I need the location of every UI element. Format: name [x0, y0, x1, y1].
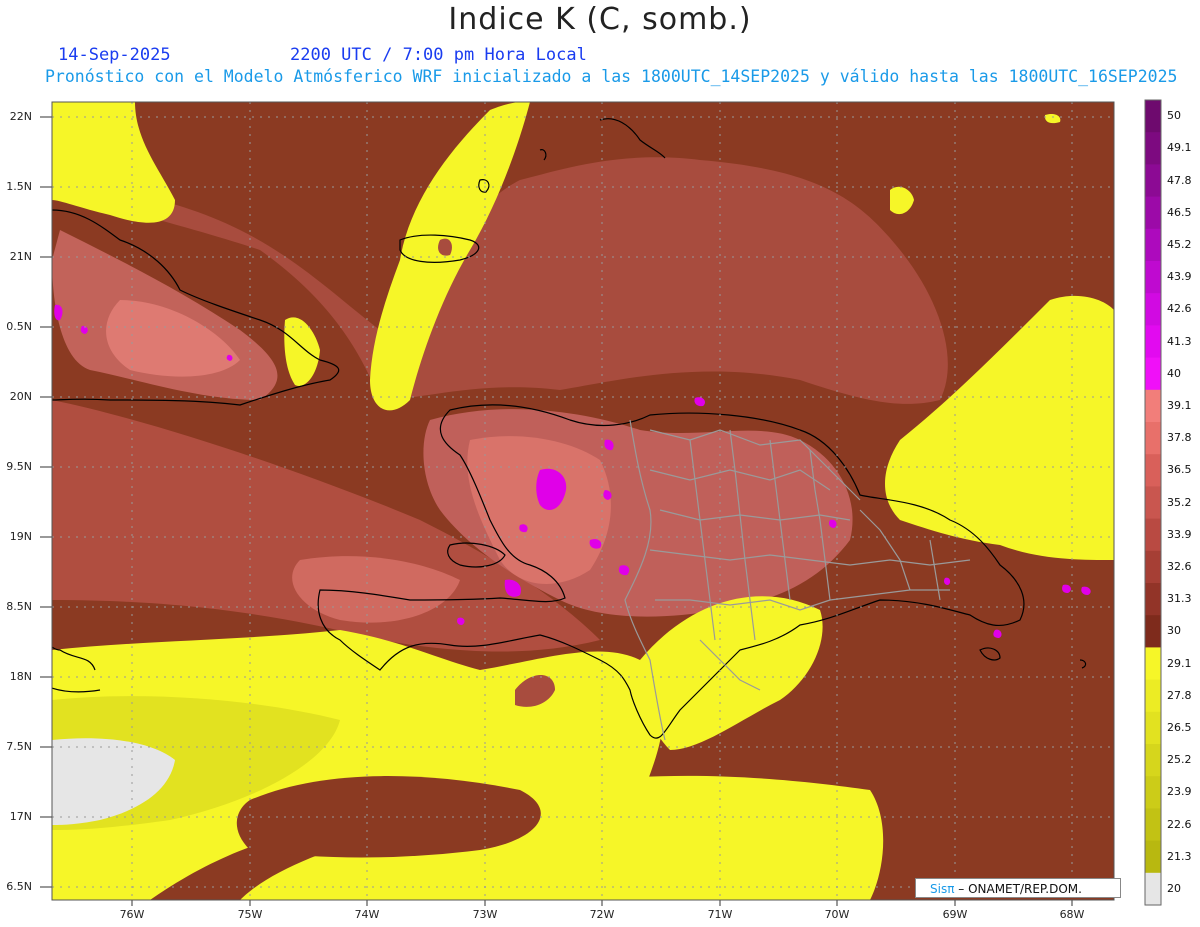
- colorbar-label: 40: [1167, 366, 1181, 380]
- lat-label: 18N: [9, 670, 32, 683]
- colorbar-swatch: [1145, 486, 1161, 520]
- colorbar-label: 36.5: [1167, 463, 1192, 477]
- map-field: [52, 102, 1114, 900]
- lon-label: 69W: [942, 908, 968, 921]
- colorbar-label: 25.2: [1167, 753, 1192, 767]
- colorbar-swatch: [1145, 325, 1161, 359]
- colorbar-label: 30: [1167, 624, 1181, 638]
- colorbar-label: 22.6: [1167, 817, 1192, 831]
- colorbar-label: 43.9: [1167, 270, 1192, 284]
- lon-label: 76W: [119, 908, 145, 921]
- colorbar-swatch: [1145, 647, 1161, 681]
- colorbar-swatch: [1145, 615, 1161, 648]
- colorbar-swatch: [1145, 518, 1161, 552]
- colorbar-swatch: [1145, 261, 1161, 294]
- colorbar-label: 31.3: [1167, 592, 1192, 606]
- lon-label: 68W: [1059, 908, 1085, 921]
- colorbar-swatch: [1145, 389, 1161, 423]
- colorbar-swatch: [1145, 422, 1161, 455]
- lon-label: 73W: [472, 908, 498, 921]
- colorbar-label: 45.2: [1167, 237, 1192, 251]
- colorbar-label: 33.9: [1167, 527, 1192, 541]
- lat-label: 8.5N: [6, 600, 32, 613]
- lat-label: 0.5N: [6, 320, 32, 333]
- valid-date: 14-Sep-2025: [58, 45, 171, 65]
- colorbar-swatch: [1145, 550, 1161, 584]
- colorbar-swatch: [1145, 840, 1161, 874]
- lat-label: 17N: [9, 810, 32, 823]
- colorbar-swatch: [1145, 679, 1161, 713]
- lon-label: 70W: [824, 908, 850, 921]
- credit-box: Sisπ – ONAMET/REP.DOM.: [915, 878, 1121, 898]
- lat-label: 1.5N: [6, 180, 32, 193]
- colorbar-label: 27.8: [1167, 688, 1192, 702]
- lat-label: 6.5N: [6, 880, 32, 893]
- lat-label: 22N: [9, 110, 32, 123]
- colorbar-swatch: [1145, 357, 1161, 391]
- credit-sis: Sis: [930, 882, 948, 896]
- colorbar-swatch: [1145, 293, 1161, 326]
- colorbar-label: 49.1: [1167, 141, 1192, 155]
- lat-label: 9.5N: [6, 460, 32, 473]
- lat-label: 19N: [9, 530, 32, 543]
- colorbar-label: 29.1: [1167, 656, 1192, 670]
- colorbar-swatch: [1145, 100, 1161, 133]
- colorbar-swatch: [1145, 164, 1161, 198]
- colorbar-label: 50: [1167, 109, 1181, 123]
- forecast-description: Pronóstico con el Modelo Atmósferico WRF…: [45, 67, 1178, 86]
- credit-text: – ONAMET/REP.DOM.: [954, 882, 1082, 896]
- lon-label: 72W: [589, 908, 615, 921]
- colorbar-swatch: [1145, 132, 1161, 165]
- colorbar-swatch: [1145, 776, 1161, 809]
- colorbar-swatch: [1145, 454, 1161, 487]
- k-index-map: [40, 99, 1162, 906]
- lon-label: 75W: [237, 908, 263, 921]
- colorbar-label: 37.8: [1167, 431, 1192, 445]
- colorbar-label: 42.6: [1167, 302, 1192, 316]
- colorbar-label: 47.8: [1167, 173, 1192, 187]
- colorbar-swatch: [1145, 583, 1161, 616]
- lon-label: 74W: [354, 908, 380, 921]
- lat-label: 20N: [9, 390, 32, 403]
- colorbar-label: 20: [1167, 881, 1181, 895]
- colorbar-swatch: [1145, 872, 1161, 906]
- colorbar-swatch: [1145, 711, 1161, 745]
- colorbar-label: 39.1: [1167, 398, 1192, 412]
- colorbar-swatch: [1145, 744, 1161, 777]
- colorbar-label: 32.6: [1167, 559, 1192, 573]
- map-title: Indice K (C, somb.): [448, 2, 752, 37]
- colorbar: [1144, 99, 1162, 906]
- valid-time: 2200 UTC / 7:00 pm Hora Local: [290, 45, 587, 65]
- colorbar-swatch: [1145, 808, 1161, 842]
- colorbar-label: 35.2: [1167, 495, 1192, 509]
- colorbar-label: 26.5: [1167, 720, 1192, 734]
- colorbar-label: 21.3: [1167, 849, 1192, 863]
- colorbar-label: 41.3: [1167, 334, 1192, 348]
- colorbar-swatch: [1145, 228, 1161, 262]
- colorbar-label: 23.9: [1167, 785, 1192, 799]
- lat-label: 7.5N: [6, 740, 32, 753]
- lat-label: 21N: [9, 250, 32, 263]
- colorbar-label: 46.5: [1167, 205, 1192, 219]
- lon-label: 71W: [707, 908, 733, 921]
- colorbar-swatch: [1145, 196, 1161, 230]
